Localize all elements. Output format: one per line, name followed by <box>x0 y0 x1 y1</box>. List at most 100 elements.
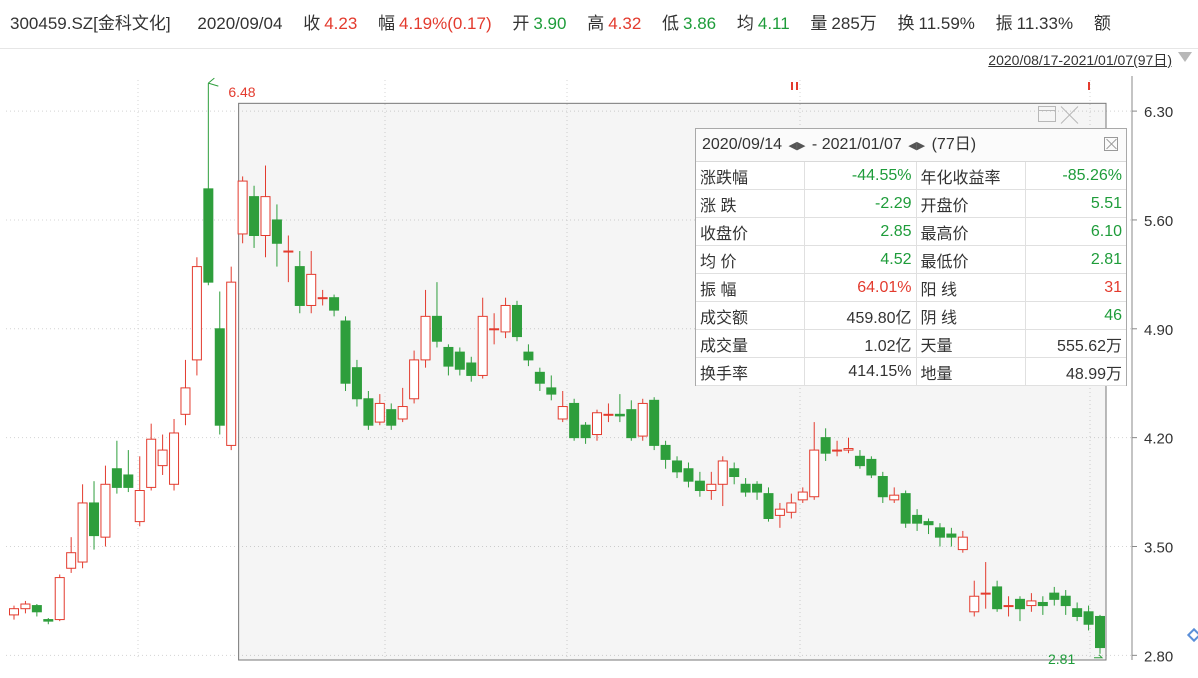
y-tick-label: 3.50 <box>1144 539 1173 556</box>
candle-body <box>386 409 397 426</box>
header-divider <box>0 48 1198 49</box>
candle-body <box>774 508 785 516</box>
candle-body <box>889 494 900 501</box>
candle-body <box>100 483 111 538</box>
stats-header: 2020/09/14 ◀▶ - 2021/01/07 ◀▶ (77日) <box>696 129 1126 162</box>
candle-body <box>809 449 820 498</box>
candle-body <box>1003 605 1014 608</box>
candle-body <box>637 402 648 437</box>
turnover-label: 换 <box>897 14 915 33</box>
y-tick-label: 6.30 <box>1144 104 1173 121</box>
candle-body <box>580 424 591 439</box>
scroll-down-arrow-icon[interactable] <box>1178 52 1192 62</box>
candle-body <box>431 315 442 342</box>
stats-label: 涨跌幅 <box>696 162 806 190</box>
amplitude-label: 振 <box>995 14 1013 33</box>
start-date-arrows-icon[interactable]: ◀▶ <box>789 140 806 152</box>
candle-body <box>226 281 237 446</box>
candle-body <box>111 468 122 488</box>
candle-body <box>603 413 614 416</box>
candle-body <box>511 304 522 338</box>
max-pointer <box>208 77 219 87</box>
candle-body <box>534 371 545 384</box>
stats-close-icon[interactable] <box>1104 137 1118 151</box>
candle-body <box>1060 595 1071 607</box>
candle-body <box>1014 598 1025 610</box>
stats-label: 地量 <box>916 357 1026 386</box>
stats-table: 涨跌幅 -44.55% 年化收益率 -85.26% 涨 跌 -2.29 开盘价 5.51 收盘价… <box>696 162 1126 386</box>
stats-value: 48.99万 <box>1025 357 1126 386</box>
candle-body <box>89 502 100 537</box>
quote-bar: 300459.SZ[金科文化] 2020/09/04 收 4.23 幅 4.19%(… <box>0 0 1198 48</box>
candle-body <box>237 180 248 235</box>
candle-body <box>557 406 568 420</box>
stats-label: 最高价 <box>916 217 1026 246</box>
candle-body <box>20 603 31 610</box>
y-tick-label: 4.20 <box>1144 431 1173 448</box>
candle-body <box>523 351 534 361</box>
candle-body <box>1026 600 1037 607</box>
stats-value: -2.29 <box>804 189 917 218</box>
candle-body <box>443 346 454 367</box>
stats-value: 459.80亿 <box>804 301 917 330</box>
candle-body <box>191 266 202 361</box>
candle-body <box>271 219 282 244</box>
candle-body <box>969 595 980 613</box>
candle-body <box>1049 592 1060 600</box>
high-label: 高 <box>587 14 605 33</box>
candle-body <box>203 188 214 283</box>
avg-label: 均 <box>736 14 754 33</box>
close-value: 4.23 <box>324 14 358 33</box>
candle-body <box>672 460 683 473</box>
date-range-link[interactable]: 2020/08/17-2021/01/07(97日) <box>988 50 1172 70</box>
candle-body <box>706 483 717 492</box>
max-price-label: 6.48 <box>228 84 255 100</box>
stats-value: 2.85 <box>804 217 917 246</box>
quote-date: 2020/09/04 <box>197 14 283 33</box>
low-label: 低 <box>662 14 680 33</box>
stats-separator: - <box>811 136 818 153</box>
stats-value: 555.62万 <box>1025 329 1126 358</box>
stats-row: 涨跌幅 -44.55% 年化收益率 -85.26% <box>696 162 1126 190</box>
interval-stats-panel: 2020/09/14 ◀▶ - 2021/01/07 ◀▶ (77日) 涨跌幅 -… <box>695 128 1127 386</box>
candle-body <box>1083 611 1094 625</box>
stats-start-date: 2020/09/14 <box>702 136 783 153</box>
candle-body <box>1037 601 1048 607</box>
candle-body <box>329 297 340 311</box>
stats-value: 414.15% <box>804 357 917 386</box>
candle-body <box>820 437 831 454</box>
candle-body <box>614 413 625 417</box>
stats-row: 换手率 414.15% 地量 48.99万 <box>696 357 1126 386</box>
stats-label: 阴 线 <box>916 301 1026 330</box>
close-selection-icon[interactable] <box>1060 106 1080 124</box>
candle-body <box>283 250 294 253</box>
candle-body <box>660 444 671 460</box>
candle-body <box>683 468 694 482</box>
quote-line: 300459.SZ[金科文化] 2020/09/04 收 4.23 幅 4.19%(… <box>10 10 1115 38</box>
candle-body <box>992 586 1003 610</box>
stats-label: 成交额 <box>696 301 806 330</box>
candle-body <box>729 468 740 478</box>
candle-body <box>180 387 191 415</box>
candle-body <box>134 490 145 523</box>
candle-body <box>66 552 77 569</box>
stats-label: 年化收益率 <box>916 162 1026 190</box>
candle-body <box>477 315 488 376</box>
amplitude-value: 11.33% <box>1016 14 1074 33</box>
end-date-arrows-icon[interactable]: ◀▶ <box>908 140 925 152</box>
candle-body <box>740 483 751 493</box>
stock-code: 300459.SZ[金科文化] <box>10 14 171 33</box>
candle-body <box>546 387 557 395</box>
candle-body <box>626 409 637 439</box>
stats-value: 2.81 <box>1025 245 1126 274</box>
candle-body <box>214 328 225 426</box>
maximize-icon[interactable] <box>1038 106 1056 122</box>
candle-body <box>489 328 500 331</box>
turnover-value: 11.59% <box>918 14 975 33</box>
stats-value: 64.01% <box>804 273 917 302</box>
low-value: 3.86 <box>683 14 717 33</box>
candle-body <box>146 438 157 488</box>
stats-label: 涨 跌 <box>696 189 806 218</box>
candle-body <box>454 351 465 370</box>
candle-body <box>43 619 54 622</box>
